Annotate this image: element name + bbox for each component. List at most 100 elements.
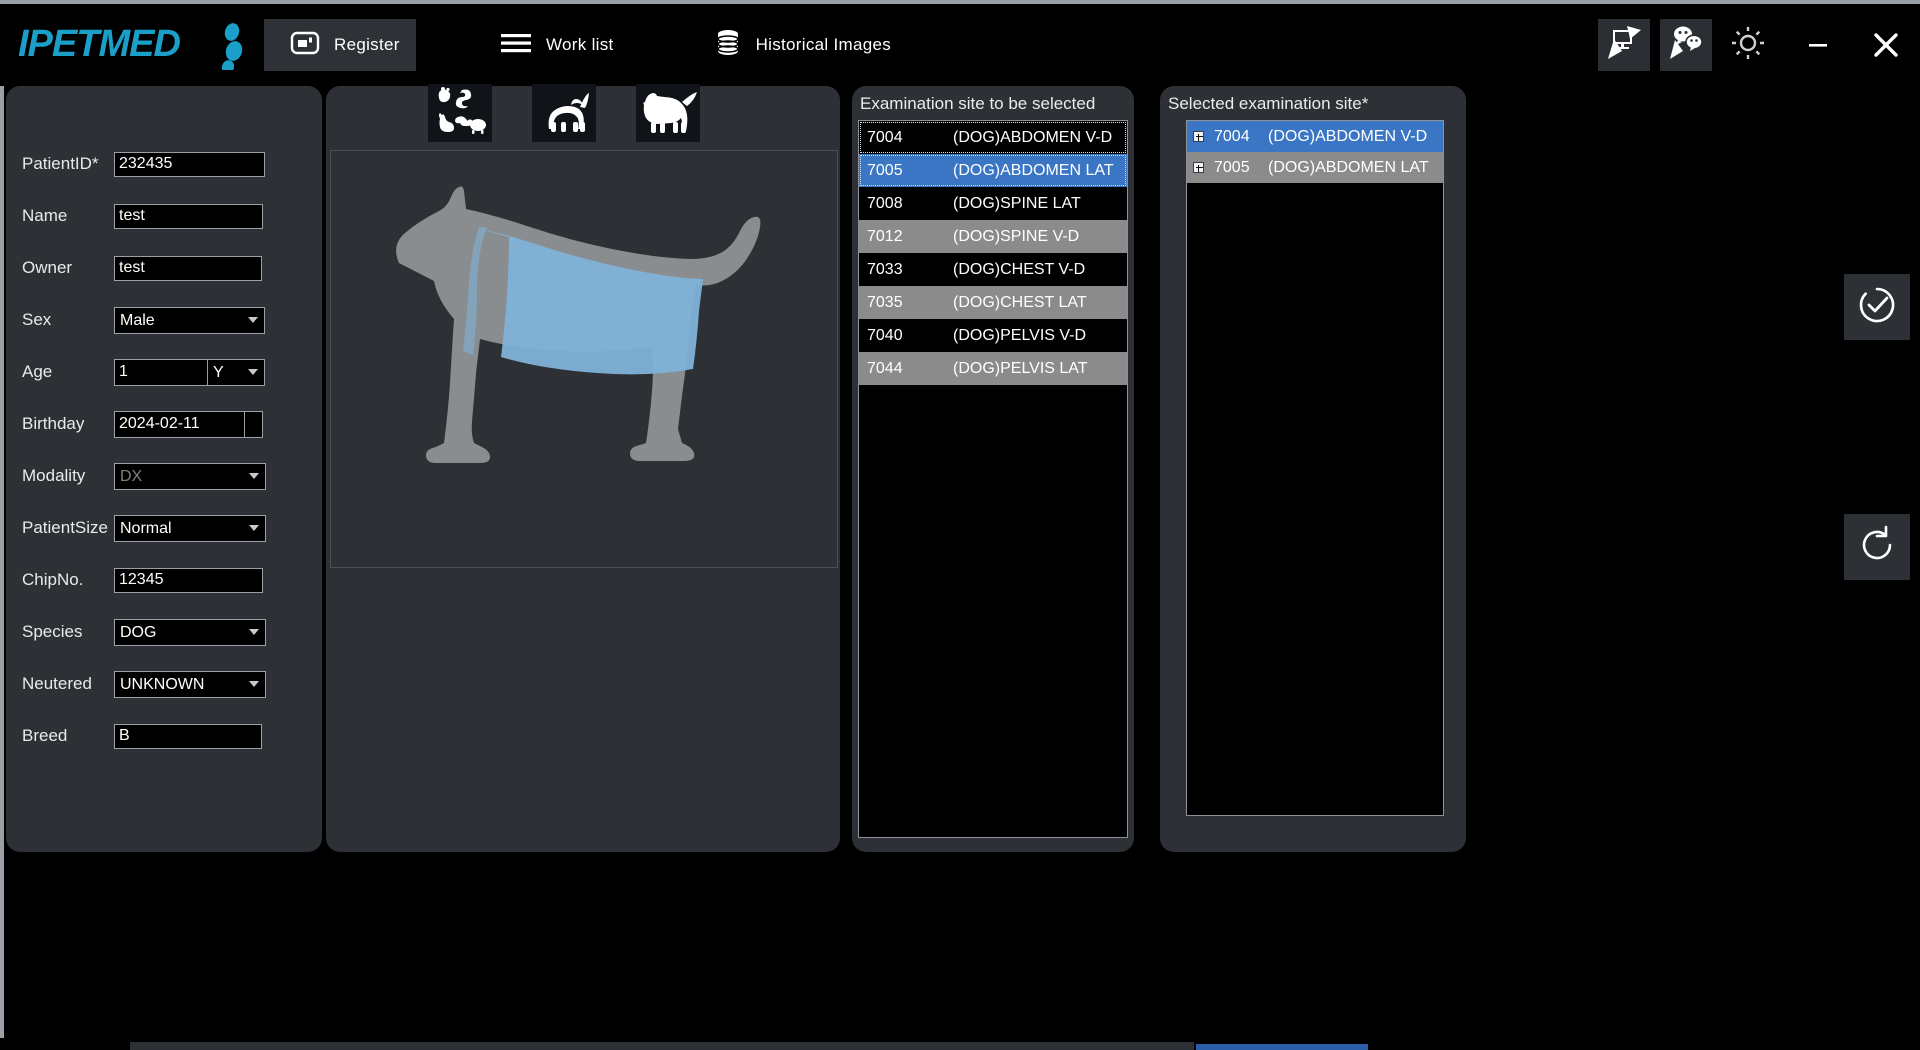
field-age: Age Y	[6, 346, 322, 398]
breed-input[interactable]	[114, 723, 262, 749]
gear-icon	[1728, 23, 1768, 68]
patient-id-input[interactable]	[114, 151, 265, 177]
site-desc: (DOG)PELVIS V-D	[953, 326, 1087, 344]
patient-size-value: Normal	[120, 519, 172, 537]
tab-register[interactable]: Register	[264, 19, 416, 71]
field-label: Modality	[22, 466, 86, 485]
check-circle-icon	[1857, 285, 1897, 330]
site-desc: (DOG)SPINE V-D	[953, 227, 1080, 245]
available-sites-panel: Examination site to be selected 7004 (DO…	[852, 86, 1134, 852]
owner-input[interactable]	[114, 255, 262, 281]
send-to-display-button[interactable]	[1598, 19, 1650, 71]
app-window: IPETMED Register Work list Historical Im…	[0, 0, 1920, 1050]
species-tab-exotic[interactable]	[428, 84, 492, 142]
chevron-down-icon	[249, 525, 259, 531]
site-code: 7012	[867, 227, 903, 245]
field-species: Species DOG	[6, 606, 322, 658]
species-select[interactable]: DOG	[114, 618, 266, 646]
site-code: 7044	[867, 359, 903, 377]
field-breed: Breed	[6, 710, 322, 762]
svg-text:IPETMED: IPETMED	[18, 23, 180, 65]
list-item[interactable]: 7033 (DOG)CHEST V-D	[859, 253, 1127, 286]
species-value: DOG	[120, 623, 157, 641]
confirm-button[interactable]	[1844, 274, 1910, 340]
site-code: 7004	[1214, 127, 1250, 145]
neutered-select[interactable]: UNKNOWN	[114, 670, 266, 698]
site-code: 7040	[867, 326, 903, 344]
wechat-share-button[interactable]	[1660, 19, 1712, 71]
field-label: ChipNo.	[22, 570, 84, 589]
name-input[interactable]	[114, 203, 263, 229]
bottom-bar-left	[130, 1042, 1194, 1050]
field-name: Name	[6, 190, 322, 242]
birthday-input[interactable]	[114, 410, 245, 438]
patient-form: PatientID* Name Owner Sex	[6, 86, 322, 762]
chevron-down-icon	[249, 473, 259, 479]
expand-icon[interactable]	[1193, 162, 1204, 173]
age-unit-value: Y	[213, 363, 224, 381]
list-item[interactable]: 7005 (DOG)ABDOMEN LAT	[1187, 152, 1443, 183]
site-desc: (DOG)ABDOMEN LAT	[953, 161, 1114, 179]
body-diagram-panel	[326, 84, 840, 852]
available-sites-list[interactable]: 7004 (DOG)ABDOMEN V-D 7005 (DOG)ABDOMEN …	[858, 120, 1128, 838]
field-label: PatientSize	[22, 518, 108, 537]
expand-icon[interactable]	[1193, 131, 1204, 142]
list-item[interactable]: 7004 (DOG)ABDOMEN V-D	[859, 121, 1127, 154]
close-button[interactable]	[1852, 4, 1920, 86]
list-item[interactable]: 7035 (DOG)CHEST LAT	[859, 286, 1127, 319]
field-label: PatientID*	[22, 154, 99, 173]
patient-size-select[interactable]: Normal	[114, 514, 266, 542]
brand-logo: IPETMED	[18, 17, 258, 73]
refresh-icon	[1857, 525, 1897, 570]
available-sites-title: Examination site to be selected	[860, 94, 1096, 113]
refresh-button[interactable]	[1844, 514, 1910, 580]
site-desc: (DOG)CHEST V-D	[953, 260, 1086, 278]
exotic-animals-icon	[434, 86, 486, 140]
dog-body-diagram[interactable]	[330, 150, 838, 568]
modality-select[interactable]: DX	[114, 462, 266, 490]
sex-value: Male	[120, 311, 155, 329]
minimize-button[interactable]	[1784, 4, 1852, 86]
list-item[interactable]: 7012 (DOG)SPINE V-D	[859, 220, 1127, 253]
header-actions	[1598, 4, 1920, 86]
chip-no-input[interactable]	[114, 567, 263, 593]
field-modality: Modality DX	[6, 450, 322, 502]
wechat-share-icon	[1667, 25, 1705, 66]
modality-value: DX	[120, 467, 143, 485]
selected-sites-list[interactable]: 7004 (DOG)ABDOMEN V-D 7005 (DOG)ABDOMEN …	[1186, 120, 1444, 816]
tab-historical[interactable]: Historical Images	[688, 19, 917, 71]
calendar-picker-button[interactable]	[245, 410, 263, 438]
list-item[interactable]: 7044 (DOG)PELVIS LAT	[859, 352, 1127, 385]
site-desc: (DOG)SPINE LAT	[953, 194, 1081, 212]
site-code: 7005	[867, 161, 903, 179]
age-unit-select[interactable]: Y	[208, 358, 265, 386]
list-item[interactable]: 7040 (DOG)PELVIS V-D	[859, 319, 1127, 352]
selected-sites-title: Selected examination site*	[1168, 94, 1369, 113]
neutered-value: UNKNOWN	[120, 675, 205, 693]
species-tab-bar	[428, 84, 700, 142]
list-item[interactable]: 7005 (DOG)ABDOMEN LAT	[859, 154, 1127, 187]
chevron-down-icon	[248, 317, 258, 323]
field-patient-id: PatientID*	[6, 138, 322, 190]
list-item[interactable]: 7004 (DOG)ABDOMEN V-D	[1187, 121, 1443, 152]
bottom-progress-bar	[1196, 1044, 1368, 1050]
sex-select[interactable]: Male	[114, 306, 265, 334]
field-label: Name	[22, 206, 68, 225]
field-label: Owner	[22, 258, 73, 277]
chevron-down-icon	[249, 629, 259, 635]
tab-worklist[interactable]: Work list	[474, 19, 640, 71]
site-code: 7004	[867, 128, 903, 146]
cat-icon	[537, 89, 591, 138]
field-chip-no: ChipNo.	[6, 554, 322, 606]
window-left-edge	[0, 4, 4, 1050]
species-tab-cat[interactable]	[532, 84, 596, 142]
age-input[interactable]	[114, 358, 208, 386]
tab-worklist-label: Work list	[546, 35, 614, 54]
bottom-strip	[0, 1038, 1920, 1050]
hamburger-menu-icon	[500, 31, 532, 60]
patient-form-panel: PatientID* Name Owner Sex	[6, 86, 322, 852]
site-code: 7035	[867, 293, 903, 311]
settings-button[interactable]	[1722, 19, 1774, 71]
species-tab-dog[interactable]	[636, 84, 700, 142]
list-item[interactable]: 7008 (DOG)SPINE LAT	[859, 187, 1127, 220]
